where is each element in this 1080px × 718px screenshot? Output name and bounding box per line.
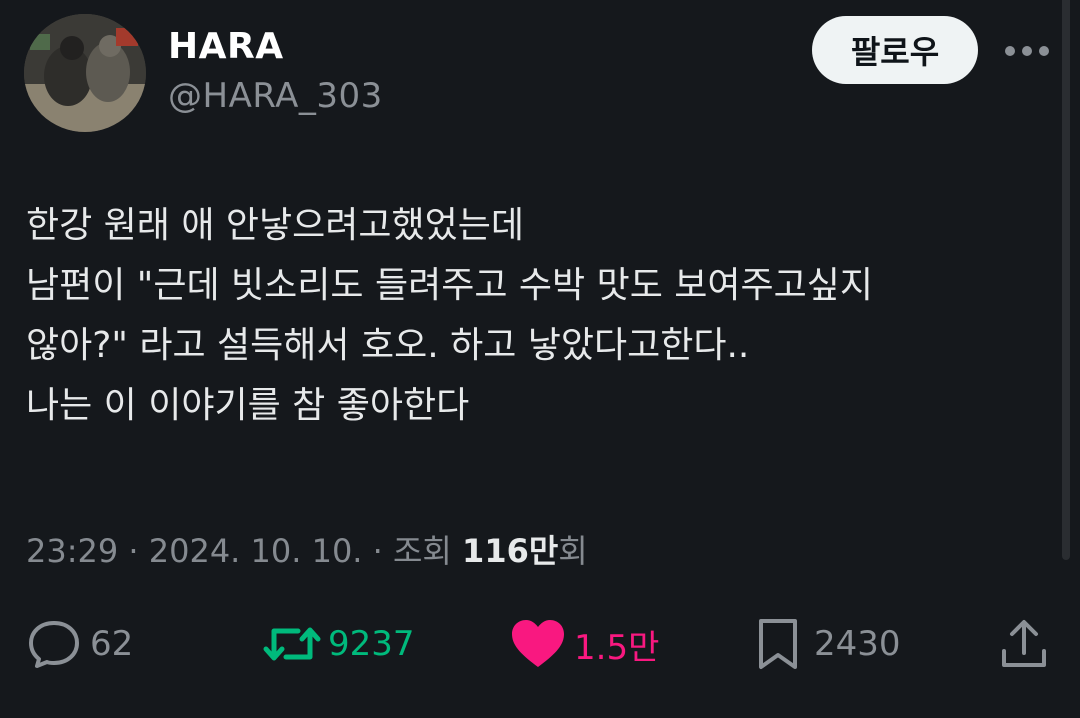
views-count: 116만 (462, 532, 559, 570)
timestamp[interactable]: 23:29 · 2024. 10. 10. · (26, 532, 393, 570)
reply-button[interactable]: 62 (24, 612, 133, 676)
reply-bubble-icon (24, 614, 84, 674)
retweet-button[interactable]: 9237 (262, 612, 415, 676)
bookmark-icon (748, 614, 808, 674)
tweet-text: 한강 원래 애 안낳으려고했었는데 남편이 "근데 빗소리도 들려주고 수박 맛… (26, 196, 1046, 436)
views-prefix: 조회 (392, 532, 463, 570)
avatar-image (24, 14, 146, 132)
tweet-meta: 23:29 · 2024. 10. 10. · 조회 116만회 (26, 526, 588, 572)
tweet-line: 않아?" 라고 설득해서 호오. 하고 낳았다고한다.. (26, 325, 750, 366)
tweet-line: 나는 이 이야기를 참 좋아한다 (26, 385, 470, 426)
follow-button[interactable]: 팔로우 (812, 16, 978, 84)
retweet-icon (262, 614, 322, 674)
bookmark-count: 2430 (814, 624, 901, 664)
tweet-line: 남편이 "근데 빗소리도 들려주고 수박 맛도 보여주고싶지 (26, 265, 873, 306)
author-handle[interactable]: @HARA_303 (168, 76, 383, 116)
tweet-line: 한강 원래 애 안낳으려고했었는데 (26, 205, 525, 246)
views-suffix: 회 (558, 532, 588, 570)
more-icon[interactable] (1004, 28, 1050, 74)
like-count: 1.5만 (574, 627, 660, 668)
scrollbar[interactable] (1062, 0, 1070, 560)
share-button[interactable] (994, 612, 1054, 676)
heart-icon (508, 614, 568, 674)
like-button[interactable]: 1.5만 (508, 612, 659, 676)
author-name[interactable]: HARA (168, 26, 284, 67)
share-icon (994, 614, 1054, 674)
bookmark-button[interactable]: 2430 (748, 612, 901, 676)
avatar[interactable] (24, 14, 146, 132)
reply-count: 62 (90, 624, 134, 664)
retweet-count: 9237 (328, 624, 415, 664)
